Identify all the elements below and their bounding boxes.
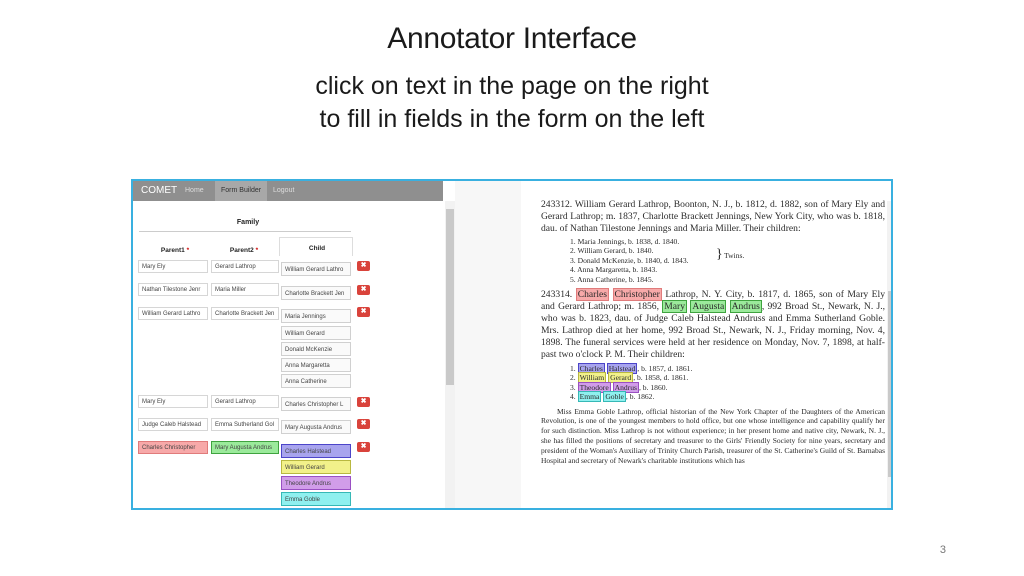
family-divider (139, 231, 351, 232)
required-mark: * (255, 247, 259, 254)
child-field[interactable]: Theodore Andrus (281, 476, 351, 490)
nav-home[interactable]: Home (185, 181, 204, 201)
child-field[interactable]: Donald McKenzie (281, 342, 351, 356)
nav-form-builder[interactable]: Form Builder (215, 181, 268, 201)
delete-row-button[interactable]: ✖ (357, 419, 370, 429)
parent1-field[interactable]: Judge Caleb Halstead (138, 418, 208, 431)
biography-paragraph[interactable]: Miss Emma Goble Lathrop, official histor… (541, 407, 885, 466)
delete-row-button[interactable]: ✖ (357, 285, 370, 295)
delete-row-button[interactable]: ✖ (357, 261, 370, 271)
entry-243312[interactable]: 243312. William Gerard Lathrop, Boonton,… (541, 199, 885, 235)
annotator-screenshot: COMET Home Form Builder Logout Family Pa… (131, 179, 893, 510)
child-header: Child (308, 245, 326, 252)
slide-title: Annotator Interface (387, 22, 637, 55)
token-emma[interactable]: Emma (577, 391, 602, 403)
child-field[interactable]: Charles Christopher L (281, 397, 351, 411)
subtitle-line-2: to fill in fields in the form on the lef… (319, 105, 705, 133)
parent2-field[interactable]: Gerard Lathrop (211, 395, 279, 408)
parent2-header: Parent2 * (209, 247, 279, 254)
child-field[interactable]: Maria Jennings (281, 309, 351, 323)
token-charles[interactable]: Charles (575, 288, 610, 302)
parent1-label: Parent1 (160, 247, 185, 254)
twins-note: Twins. (724, 251, 745, 260)
list-item[interactable]: 5. Anna Catherine, b. 1845. (570, 275, 885, 284)
child-field[interactable]: Anna Margaretta (281, 358, 351, 372)
document-page: 243312. William Gerard Lathrop, Boonton,… (541, 199, 885, 508)
form-scroll-thumb[interactable] (446, 209, 454, 385)
app-navbar: COMET Home Form Builder Logout (133, 181, 443, 201)
parent1-field[interactable]: William Gerard Lathro (138, 307, 208, 320)
parent1-field[interactable]: Mary Ely (138, 395, 208, 408)
token-augusta[interactable]: Augusta (690, 300, 727, 314)
twins-brace: } (716, 247, 723, 262)
delete-row-button[interactable]: ✖ (357, 397, 370, 407)
child-field[interactable]: William Gerard Lathro (281, 262, 351, 276)
parent2-field[interactable]: Emma Sutherland Gol (211, 418, 279, 431)
parent2-field[interactable]: Charlotte Brackett Jen (211, 307, 279, 320)
entry-243314: 243314. Charles Christopher Lathrop, N. … (541, 288, 885, 361)
child-field[interactable]: William Gerard (281, 326, 351, 340)
delete-row-button[interactable]: ✖ (357, 442, 370, 452)
child-field[interactable]: William Gerard (281, 460, 351, 474)
nav-logout[interactable]: Logout (273, 181, 294, 201)
parent2-field[interactable]: Maria Miller (211, 283, 279, 296)
child-text[interactable]: , b. 1858, d. 1861. (633, 373, 688, 382)
child-field[interactable]: Charlotte Brackett Jen (281, 286, 351, 300)
token-andrus[interactable]: Andrus (729, 300, 762, 314)
entry-number: 243314. (541, 289, 573, 301)
child-field[interactable]: Mary Augusta Andrus (281, 420, 351, 434)
page-number: 3 (939, 544, 946, 556)
parent1-field[interactable]: Charles Christopher (138, 441, 208, 454)
child-text[interactable]: , b. 1862. (626, 392, 654, 401)
page-scroll-thumb[interactable] (888, 291, 891, 477)
child-text[interactable]: , b. 1857, d. 1861. (637, 364, 692, 373)
token-mary[interactable]: Mary (662, 300, 688, 314)
page-margin (455, 181, 521, 508)
parent1-header: Parent1 * (141, 247, 209, 254)
list-item[interactable]: 4. Anna Margaretta, b. 1843. (570, 265, 885, 274)
slide-subtitle: click on text in the page on the right t… (0, 70, 1024, 136)
parent2-label: Parent2 (229, 247, 254, 254)
family-heading: Family (236, 219, 260, 226)
list-item[interactable]: 1. Maria Jennings, b. 1838, d. 1840. (570, 237, 885, 246)
token-christopher[interactable]: Christopher (612, 288, 662, 302)
token-goble[interactable]: Goble (603, 391, 626, 403)
parent1-field[interactable]: Nathan Tilestone Jenr (138, 283, 208, 296)
app-brand[interactable]: COMET (141, 185, 177, 196)
parent2-field[interactable]: Gerard Lathrop (211, 260, 279, 273)
family-form: Family Parent1 * Parent2 * Child Mary El… (133, 201, 443, 508)
child-text[interactable]: , b. 1860. (639, 383, 667, 392)
child-field[interactable]: Charles Halstead (281, 444, 351, 458)
child-field[interactable]: Emma Goble (281, 492, 351, 506)
parent2-field[interactable]: Mary Augusta Andrus (211, 441, 279, 454)
subtitle-line-1: click on text in the page on the right (315, 72, 709, 100)
required-mark: * (186, 247, 190, 254)
child-line: 4. Emma Goble, b. 1862. (570, 391, 655, 403)
child-field[interactable]: Anna Catherine (281, 374, 351, 388)
delete-row-button[interactable]: ✖ (357, 307, 370, 317)
parent1-field[interactable]: Mary Ely (138, 260, 208, 273)
